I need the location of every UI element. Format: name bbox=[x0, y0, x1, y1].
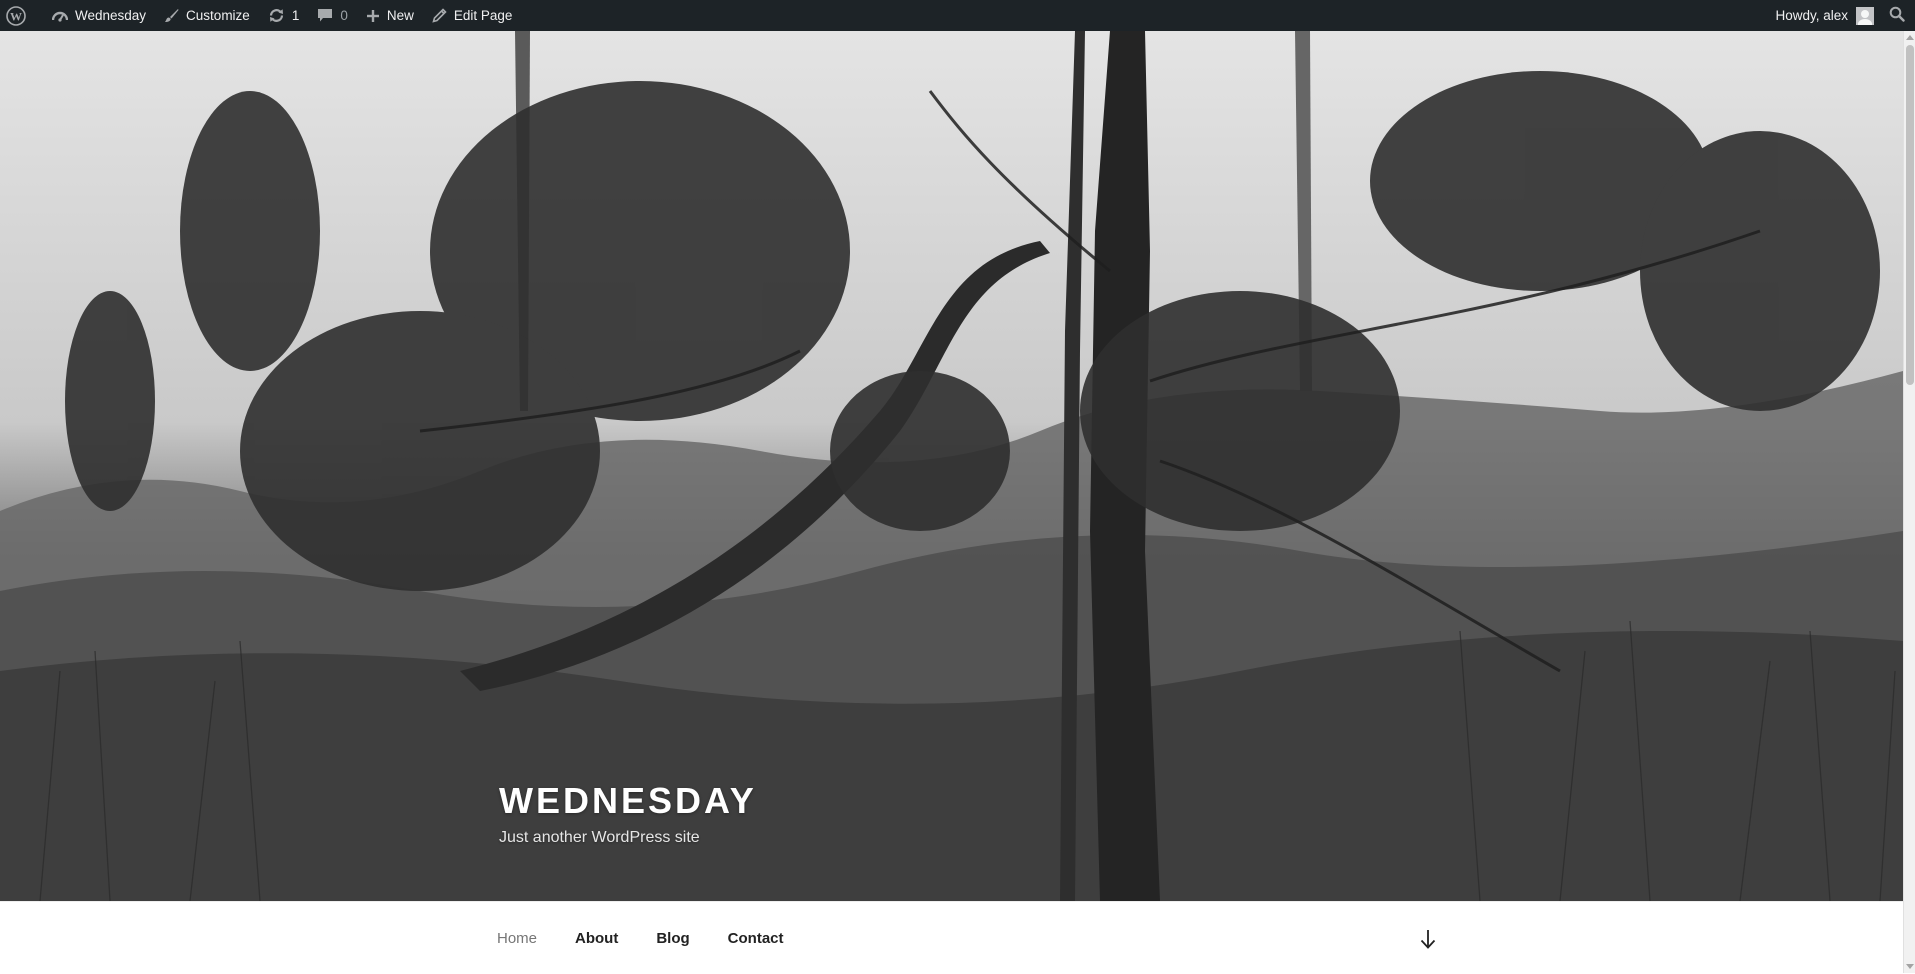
page-scrollbar[interactable] bbox=[1903, 31, 1915, 973]
customize-label: Customize bbox=[186, 8, 250, 23]
new-label: New bbox=[386, 8, 414, 23]
site-description: Just another WordPress site bbox=[499, 829, 700, 846]
site-title[interactable]: WEDNESDAY bbox=[499, 783, 757, 819]
nav-item-contact[interactable]: Contact bbox=[709, 930, 803, 947]
nav-item-home[interactable]: Home bbox=[478, 930, 556, 947]
nav-menu: Home About Blog Contact bbox=[478, 902, 803, 974]
customize-link[interactable]: Customize bbox=[155, 0, 259, 31]
site-branding: WEDNESDAY Just another WordPress site bbox=[499, 783, 757, 847]
pine-trees-photo bbox=[0, 31, 1903, 901]
site-name-menu[interactable]: Wednesday bbox=[43, 0, 155, 31]
wordpress-logo-button[interactable]: W bbox=[0, 0, 43, 31]
header-image: WEDNESDAY Just another WordPress site bbox=[0, 31, 1903, 901]
nav-item-blog[interactable]: Blog bbox=[637, 930, 708, 947]
search-icon bbox=[1889, 6, 1905, 25]
dashboard-icon bbox=[52, 9, 68, 23]
admin-search-button[interactable] bbox=[1883, 0, 1915, 31]
scroll-up-arrow-icon[interactable] bbox=[1906, 35, 1914, 40]
main-navigation: Home About Blog Contact bbox=[0, 901, 1903, 973]
comments-link[interactable]: 0 bbox=[308, 0, 357, 31]
edit-page-label: Edit Page bbox=[453, 8, 513, 23]
brush-icon bbox=[164, 8, 179, 23]
admin-bar-right: Howdy, alex bbox=[1766, 0, 1915, 31]
howdy-label: Howdy, alex bbox=[1775, 8, 1848, 23]
scrollbar-thumb[interactable] bbox=[1906, 45, 1914, 385]
nav-item-about[interactable]: About bbox=[556, 930, 637, 947]
avatar bbox=[1856, 6, 1874, 25]
comment-icon bbox=[317, 8, 333, 23]
updates-count: 1 bbox=[291, 8, 300, 23]
wordpress-logo-icon: W bbox=[6, 5, 26, 26]
comments-count: 0 bbox=[340, 8, 348, 23]
scroll-down-button[interactable] bbox=[1418, 928, 1438, 950]
admin-bar: W Wednesday Customize 1 0 New Edit Page … bbox=[0, 0, 1915, 31]
scroll-down-arrow-icon[interactable] bbox=[1906, 964, 1914, 969]
svg-text:W: W bbox=[10, 9, 22, 23]
site-name-label: Wednesday bbox=[75, 8, 147, 23]
arrow-down-icon bbox=[1418, 930, 1438, 954]
updates-link[interactable]: 1 bbox=[259, 0, 309, 31]
my-account-menu[interactable]: Howdy, alex bbox=[1766, 0, 1883, 31]
plus-icon bbox=[366, 9, 380, 23]
edit-page-link[interactable]: Edit Page bbox=[423, 0, 522, 31]
updates-icon bbox=[268, 8, 285, 23]
pencil-icon bbox=[432, 8, 447, 23]
admin-bar-left: W Wednesday Customize 1 0 New Edit Page bbox=[0, 0, 521, 31]
new-content-menu[interactable]: New bbox=[357, 0, 423, 31]
